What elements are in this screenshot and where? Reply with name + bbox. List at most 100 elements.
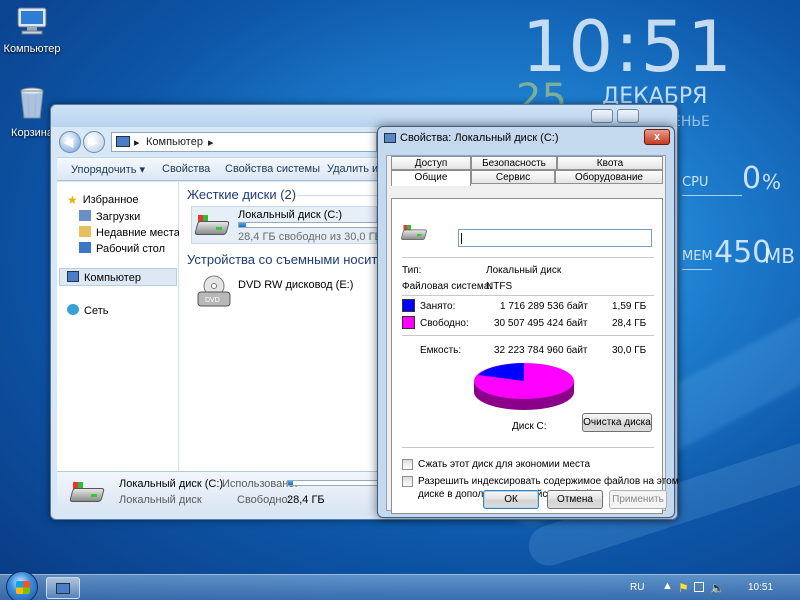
nav-desktop[interactable]: Рабочий стол: [79, 242, 165, 255]
computer-icon: [56, 583, 70, 594]
cancel-button[interactable]: Отмена: [547, 490, 603, 509]
index-checkbox[interactable]: [402, 476, 413, 487]
recycle-bin-icon: [20, 87, 44, 119]
organize-button[interactable]: Упорядочить ▾: [71, 163, 145, 176]
dvd-drive-icon: DVD: [197, 275, 231, 307]
file-list: Жесткие диски (2) Локальный диск (C:) 28…: [179, 182, 379, 471]
drive-free-text: 28,4 ГБ свободно из 30,0 ГБ: [238, 231, 379, 243]
mem-label: MEM: [682, 249, 713, 264]
tab-quota[interactable]: Квота: [557, 156, 663, 170]
cpu-label: CPU: [682, 175, 709, 190]
dialog-title: Свойства: Локальный диск (C:): [400, 132, 559, 144]
used-gb: 1,59 ГБ: [612, 301, 647, 312]
computer-icon: [17, 7, 47, 35]
breadcrumb-separator-icon[interactable]: ▸: [208, 136, 214, 149]
desktop-icon-label: Компьютер: [3, 43, 61, 55]
filesystem-value: NTFS: [486, 281, 513, 292]
divider: [402, 295, 654, 296]
group-divider: [297, 195, 377, 196]
cpu-gadget[interactable]: CPU 0 %: [682, 156, 782, 196]
drive-name: DVD RW дисковод (E:): [238, 279, 354, 291]
mem-unit: MB: [764, 244, 795, 268]
back-button[interactable]: ◀: [59, 131, 81, 153]
nav-label: Загрузки: [96, 211, 141, 223]
tab-sharing[interactable]: Доступ: [391, 156, 471, 170]
explorer-titlebar[interactable]: [51, 105, 677, 127]
system-properties-button[interactable]: Свойства системы: [225, 163, 320, 175]
tab-tools[interactable]: Сервис: [471, 170, 555, 184]
drive-usage-bar: [238, 222, 378, 228]
compress-label: Сжать этот диск для экономии места: [418, 459, 591, 470]
used-space-swatch: [402, 299, 415, 312]
drive-usage-fill: [239, 223, 247, 227]
hard-drive-icon: [69, 482, 105, 504]
clock-time: 10:51: [522, 6, 734, 88]
volume-icon[interactable]: 🔈: [710, 581, 725, 595]
volume-label-input[interactable]: [458, 229, 652, 247]
nav-downloads[interactable]: Загрузки: [79, 210, 140, 223]
drive-item-c[interactable]: Локальный диск (C:) 28,4 ГБ свободно из …: [191, 206, 379, 244]
disk-usage-pie: [474, 363, 574, 410]
disk-cleanup-button[interactable]: Очистка диска: [582, 413, 652, 432]
start-button[interactable]: [6, 571, 38, 600]
group-header-hard-disks[interactable]: Жесткие диски (2): [187, 187, 296, 202]
used-bytes: 1 716 289 536 байт: [500, 301, 588, 312]
maximize-button[interactable]: [617, 109, 639, 123]
ok-button[interactable]: ОК: [483, 490, 539, 509]
taskbar-clock[interactable]: 10:51: [748, 582, 773, 593]
computer-icon: [116, 136, 130, 147]
nav-label: Избранное: [82, 194, 139, 206]
capacity-gb: 30,0 ГБ: [612, 345, 647, 356]
tab-hardware[interactable]: Оборудование: [555, 170, 663, 184]
uninstall-button[interactable]: Удалить ил: [327, 163, 385, 175]
network-icon: [67, 304, 79, 315]
drive-item-dvd[interactable]: DVD DVD RW дисковод (E:): [191, 272, 377, 310]
action-center-flag-icon[interactable]: ⚑: [678, 581, 689, 595]
nav-label: Компьютер: [84, 272, 141, 284]
tab-general[interactable]: Общие: [391, 170, 471, 186]
recent-places-icon: [79, 226, 91, 237]
properties-button[interactable]: Свойства: [162, 163, 210, 175]
type-value: Локальный диск: [486, 265, 562, 276]
drive-icon: [384, 133, 396, 143]
downloads-folder-icon: [79, 210, 91, 221]
divider: [402, 447, 654, 448]
apply-button[interactable]: Применить: [609, 490, 667, 509]
group-header-removable[interactable]: Устройства со съемными носите: [187, 252, 379, 267]
nav-computer[interactable]: Компьютер: [67, 271, 141, 284]
nav-recent[interactable]: Недавние места: [79, 226, 180, 239]
dvd-badge: DVD: [205, 297, 220, 304]
taskbar-explorer-button[interactable]: [46, 577, 80, 599]
minimize-button[interactable]: [591, 109, 613, 123]
disk-label: Диск C:: [512, 421, 547, 432]
network-tray-icon[interactable]: [694, 582, 704, 595]
free-gb: 28,4 ГБ: [612, 318, 647, 329]
language-indicator[interactable]: RU: [630, 582, 644, 593]
text-caret: [461, 233, 462, 244]
type-label: Тип:: [402, 265, 422, 276]
hard-drive-icon: [194, 215, 230, 237]
cpu-unit: %: [762, 170, 782, 194]
windows-logo-icon: [16, 581, 30, 594]
address-box[interactable]: ▸ Компьютер ▸: [111, 132, 377, 152]
close-button[interactable]: x: [644, 129, 670, 145]
properties-dialog[interactable]: Свойства: Локальный диск (C:) x Доступ Б…: [377, 126, 679, 518]
compress-checkbox[interactable]: [402, 459, 413, 470]
desktop-icon-computer[interactable]: Компьютер: [0, 6, 64, 55]
arrow-left-icon: ◀: [64, 135, 74, 149]
breadcrumb-separator-icon: ▸: [134, 137, 140, 149]
used-label: Занято:: [420, 301, 456, 312]
drive-name: Локальный диск (C:): [238, 209, 343, 221]
nav-favorites[interactable]: ★ Избранное: [67, 193, 139, 207]
desktop-folder-icon: [79, 242, 91, 253]
show-hidden-icons-icon[interactable]: ▲: [662, 580, 673, 592]
nav-label: Недавние места: [96, 227, 180, 239]
nav-network[interactable]: Сеть: [67, 304, 108, 317]
clock-gadget[interactable]: 10:51 25 ДЕКАБРЯ ЕНЬЕ: [516, 6, 742, 130]
forward-button[interactable]: ▶: [83, 131, 105, 153]
breadcrumb-item-computer[interactable]: Компьютер: [146, 136, 203, 148]
taskbar: RU ▲ ⚑ 🔈 10:51: [0, 571, 800, 600]
details-drive-name: Локальный диск (C:): [119, 478, 224, 490]
tab-security[interactable]: Безопасность: [471, 156, 557, 170]
mem-gadget[interactable]: MEM 450 MB: [682, 230, 795, 270]
